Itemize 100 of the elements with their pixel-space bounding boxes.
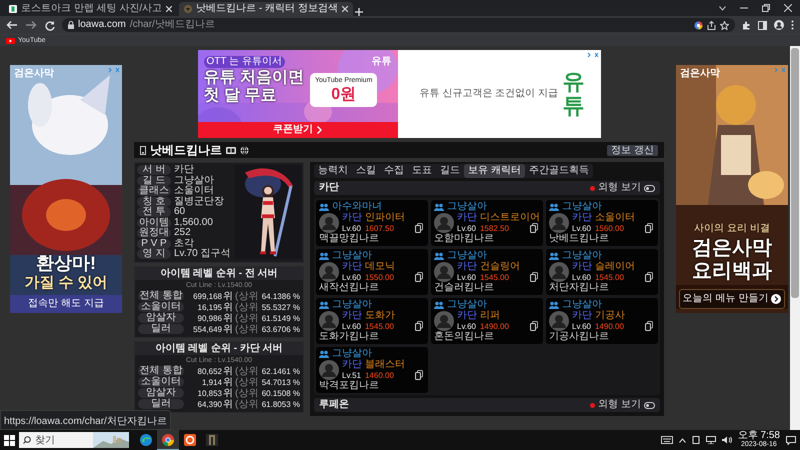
device-icon[interactable] xyxy=(692,436,700,444)
copy-icon[interactable] xyxy=(415,272,423,282)
copy-icon[interactable] xyxy=(530,223,538,233)
guild-name: 아수와마녀 xyxy=(332,201,382,212)
character-card[interactable]: 그냥살아 카단 도화가 Lv.60 1545.00 도화가킴나르 xyxy=(316,298,428,344)
globe-icon xyxy=(240,146,249,154)
tab[interactable]: 도표 xyxy=(408,164,436,178)
group-icon xyxy=(434,202,444,210)
color-circle-icon[interactable] xyxy=(694,20,703,30)
tab[interactable]: 주간골드획득 xyxy=(524,164,593,178)
new-tab-icon[interactable] xyxy=(354,8,363,16)
rank-number: 90,986 xyxy=(196,314,222,322)
item-level: 1607.50 xyxy=(364,224,394,232)
character-card[interactable]: 그냥살아 카단 리퍼 Lv.60 1490.00 혼돈의킴나르 xyxy=(431,298,543,344)
restore-icon[interactable] xyxy=(762,4,770,12)
avatar-icon xyxy=(549,262,569,282)
character-card[interactable]: 그냥살아 카단 데모닉 Lv.60 1550.00 새작선킴나르 xyxy=(316,249,428,295)
server-label: 카단 xyxy=(342,310,362,321)
search-field[interactable]: 찾기 xyxy=(33,432,93,448)
info-label: 전 투 xyxy=(137,207,171,218)
copy-icon[interactable] xyxy=(530,272,538,282)
menu-icon[interactable] xyxy=(791,20,794,30)
toggle-switch[interactable] xyxy=(644,184,655,192)
close-icon[interactable] xyxy=(784,4,792,12)
ad-headline: 검은사막 xyxy=(692,237,772,260)
copy-icon[interactable] xyxy=(645,272,653,282)
info-label: 서 버 xyxy=(137,165,171,176)
tab[interactable]: 스킬 xyxy=(352,164,380,178)
browser-tab[interactable]: 로스트아크 만렙 세팅 사진/사고 xyxy=(4,2,178,16)
character-name: 혼돈의킴나르 xyxy=(434,331,495,342)
share-icon[interactable] xyxy=(707,20,716,30)
rank-percent: 55.5327 % xyxy=(260,302,300,312)
chrome-icon[interactable] xyxy=(162,434,174,446)
ad-choices-icon[interactable] xyxy=(586,52,598,58)
windows-icon[interactable] xyxy=(4,434,15,446)
character-card[interactable]: 그냥살아 카단 소울이터 Lv.60 1560.00 낫베드킴나르 xyxy=(546,200,658,246)
group-icon xyxy=(549,300,559,308)
menu-button[interactable]: 오늘의 메뉴 만들기 xyxy=(679,289,785,309)
rank-unit: 위 xyxy=(223,290,234,302)
notification-icon[interactable] xyxy=(786,436,796,444)
profile-icon[interactable] xyxy=(774,20,784,30)
ad-headline: 첫 달 무료 xyxy=(204,87,278,106)
star-icon[interactable] xyxy=(720,20,729,30)
tab[interactable]: 수집 xyxy=(380,164,408,178)
refresh-button[interactable]: 정보 갱신 xyxy=(607,144,658,156)
chevron-down-icon[interactable] xyxy=(719,6,726,10)
ad-headline: 요리백과 xyxy=(692,260,772,283)
toggle-label: 외형 보기 xyxy=(598,182,641,194)
game-icon[interactable] xyxy=(206,434,218,446)
item-level: 1582.50 xyxy=(480,224,509,232)
server-name: 루페온 xyxy=(319,399,349,411)
rank-percent: 62.1461 % xyxy=(260,366,300,376)
reload-icon[interactable] xyxy=(44,20,55,30)
address-field[interactable]: loawa.com /char/낫베드킴나르 xyxy=(62,18,735,32)
character-card[interactable]: 그냥살아 카단 블래스터 Lv.51 1460.00 박격포킴나르 xyxy=(316,347,428,393)
browser-icon[interactable] xyxy=(140,434,152,446)
app-icon[interactable] xyxy=(184,434,196,446)
class-name: 디스트로이어 xyxy=(480,212,540,223)
class-name: 인파이터 xyxy=(365,212,405,223)
toggle-switch[interactable] xyxy=(644,402,655,408)
rank-number: 554,649 xyxy=(192,324,222,334)
copy-icon[interactable] xyxy=(415,321,423,331)
chevron-right-icon xyxy=(317,126,322,134)
character-card[interactable]: 그냥살아 카단 건슬링어 Lv.60 1545.00 건슬러킴나르 xyxy=(431,249,543,295)
tab[interactable]: 능력치 xyxy=(314,164,352,178)
rank-category: 딜러 xyxy=(138,399,184,409)
character-card[interactable]: 그냥살아 카단 디스트로이어 Lv.60 1582.50 오함마킴나르 xyxy=(431,200,543,246)
browser-tab[interactable]: 낫베드킴나르 - 캐릭터 정보검색 xyxy=(179,2,353,16)
forward-icon[interactable] xyxy=(25,19,37,31)
character-card[interactable]: 그냥살아 카단 슬레이어 Lv.60 1545.00 처단자킴나르 xyxy=(546,249,658,295)
scrollbar[interactable] xyxy=(790,46,800,430)
tab[interactable]: 보유 캐릭터 xyxy=(464,164,525,178)
copy-icon[interactable] xyxy=(415,223,423,233)
character-card[interactable]: 그냥살아 카단 기공사 Lv.60 1490.00 기공사킴나르 xyxy=(546,298,658,344)
copy-icon[interactable] xyxy=(415,370,423,380)
rank-category: 소울이터 xyxy=(138,377,184,387)
chevron-up-icon[interactable] xyxy=(678,438,686,442)
info-value: Lv.70 집구석 xyxy=(174,249,230,260)
copy-icon[interactable] xyxy=(645,223,653,233)
tier-label: (상위 xyxy=(235,324,259,334)
status-url: https://loawa.com/char/처단자킴나르 xyxy=(4,416,167,427)
volume-icon[interactable] xyxy=(722,436,732,444)
back-icon[interactable] xyxy=(6,19,18,31)
coupon-button[interactable]: 쿠폰받기 xyxy=(198,122,398,138)
extension-icon[interactable] xyxy=(742,20,751,30)
group-icon xyxy=(549,202,559,210)
close-icon[interactable] xyxy=(342,6,348,12)
keyboard-icon[interactable] xyxy=(660,436,673,444)
tab[interactable]: 길드 xyxy=(436,164,464,178)
group-icon xyxy=(319,300,329,308)
copy-icon[interactable] xyxy=(645,321,653,331)
character-name: 오함마킴나르 xyxy=(434,233,495,244)
sidebar-icon[interactable] xyxy=(758,20,767,30)
level-text: Lv.60 xyxy=(572,224,591,232)
scrollbar-thumb[interactable] xyxy=(791,48,799,298)
close-icon[interactable] xyxy=(166,6,172,12)
search-icon xyxy=(19,432,33,448)
ad-logo: 유튜 xyxy=(562,70,586,118)
copy-icon[interactable] xyxy=(530,321,538,331)
character-card[interactable]: 아수와마녀 카단 인파이터 Lv.60 1607.50 맥끌망킴나르 xyxy=(316,200,428,246)
